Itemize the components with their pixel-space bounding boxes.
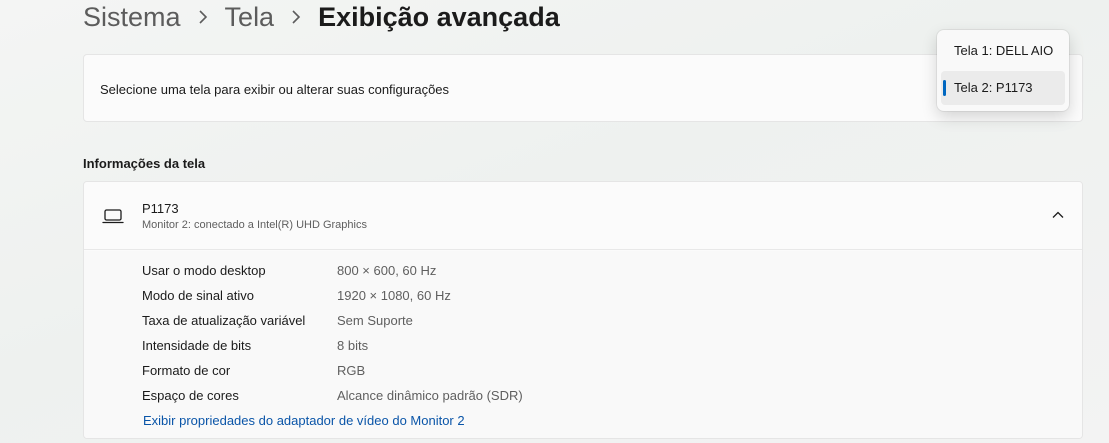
info-row: Espaço de cores Alcance dinâmico padrão (… bbox=[142, 388, 523, 403]
dropdown-option-tela-1[interactable]: Tela 1: DELL AIO bbox=[941, 34, 1065, 68]
info-row-key: Formato de cor bbox=[142, 363, 231, 378]
display-info-header[interactable]: P1173 Monitor 2: conectado a Intel(R) UH… bbox=[84, 182, 1082, 250]
info-row-value: 800 × 600, 60 Hz bbox=[337, 263, 437, 278]
chevron-up-icon[interactable] bbox=[1052, 210, 1064, 220]
dropdown-option-tela-2[interactable]: Tela 2: P1173 bbox=[941, 71, 1065, 105]
info-row: Usar o modo desktop 800 × 600, 60 Hz bbox=[142, 263, 436, 278]
display-name: P1173 bbox=[142, 201, 179, 216]
info-row-value: Sem Suporte bbox=[337, 313, 413, 328]
section-title: Informações da tela bbox=[83, 156, 206, 171]
info-row-key: Espaço de cores bbox=[142, 388, 239, 403]
info-row: Intensidade de bits 8 bits bbox=[142, 338, 368, 353]
info-row-key: Taxa de atualização variável bbox=[142, 313, 306, 328]
info-row-value: 8 bits bbox=[337, 338, 369, 353]
info-row-key: Modo de sinal ativo bbox=[142, 288, 255, 303]
info-row-value: 1920 × 1080, 60 Hz bbox=[337, 288, 451, 303]
laptop-icon bbox=[102, 209, 124, 224]
breadcrumb: Sistema Tela Exibição avançada bbox=[83, 0, 560, 38]
chevron-right-icon bbox=[274, 0, 318, 38]
info-row: Modo de sinal ativo 1920 × 1080, 60 Hz bbox=[142, 288, 451, 303]
info-row-value: RGB bbox=[337, 363, 366, 378]
adapter-properties-link[interactable]: Exibir propriedades do adaptador de víde… bbox=[143, 413, 465, 428]
select-display-label: Selecione uma tela para exibir ou altera… bbox=[100, 82, 450, 97]
display-dropdown-menu: Tela 1: DELL AIO Tela 2: P1173 bbox=[937, 30, 1069, 111]
display-info-body: Usar o modo desktop 800 × 600, 60 Hz Modo… bbox=[84, 251, 1082, 438]
info-row-key: Intensidade de bits bbox=[142, 338, 252, 353]
select-display-card: Selecione uma tela para exibir ou altera… bbox=[83, 54, 1083, 122]
info-row-value: Alcance dinâmico padrão (SDR) bbox=[337, 388, 523, 403]
chevron-right-icon bbox=[181, 0, 225, 38]
info-row-key: Usar o modo desktop bbox=[142, 263, 266, 278]
info-row: Formato de cor RGB bbox=[142, 363, 365, 378]
breadcrumb-item-tela[interactable]: Tela bbox=[225, 2, 275, 33]
display-info-expander: P1173 Monitor 2: conectado a Intel(R) UH… bbox=[83, 181, 1083, 439]
info-row: Taxa de atualização variável Sem Suporte bbox=[142, 313, 413, 328]
page-title: Exibição avançada bbox=[318, 1, 560, 32]
breadcrumb-item-sistema[interactable]: Sistema bbox=[83, 2, 181, 33]
display-connection: Monitor 2: conectado a Intel(R) UHD Grap… bbox=[142, 219, 367, 231]
advanced-display-page: Sistema Tela Exibição avançada Selecione… bbox=[0, 0, 1109, 443]
